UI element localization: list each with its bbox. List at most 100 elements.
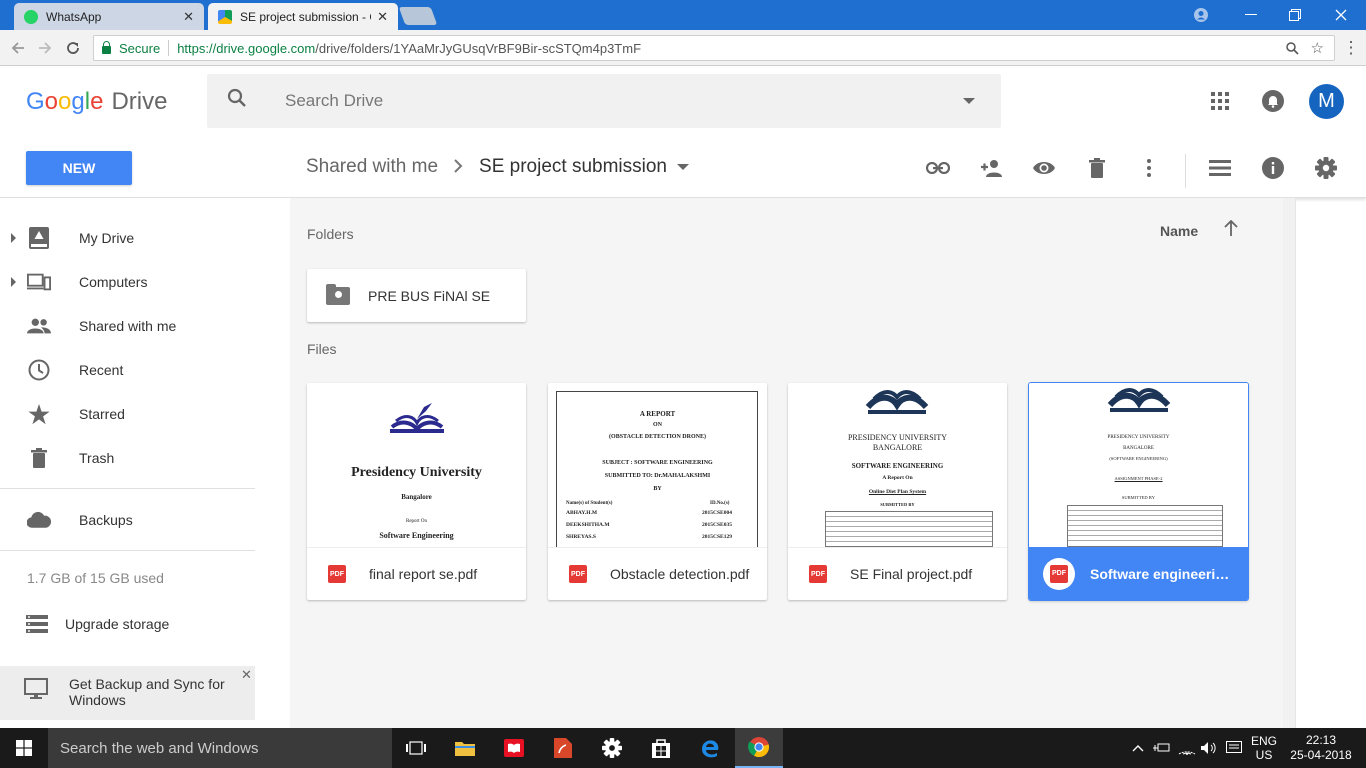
google-drive-logo[interactable]: Google Drive	[26, 88, 167, 116]
sidebar-item-label: Backups	[79, 512, 133, 528]
secure-indicator[interactable]: Secure	[102, 40, 160, 56]
profile-icon[interactable]	[1178, 0, 1224, 30]
breadcrumb-current[interactable]: SE project submission	[479, 156, 667, 178]
backup-sync-promo[interactable]: Get Backup and Sync for Windows ✕	[0, 666, 255, 720]
tab-whatsapp[interactable]: WhatsApp ✕	[14, 3, 204, 30]
pdf-icon: PDF	[1050, 564, 1068, 583]
volume-icon[interactable]	[1198, 728, 1220, 768]
thumb-line: BANGALORE	[872, 443, 923, 452]
sidebar-item-shared[interactable]: Shared with me	[0, 306, 270, 346]
new-button[interactable]: NEW	[26, 151, 132, 185]
search-box[interactable]: Search Drive	[207, 74, 1001, 128]
backup-promo-text: Get Backup and Sync for Windows	[69, 676, 225, 708]
forward-icon[interactable]	[34, 37, 56, 59]
clock[interactable]: 22:13 25-04-2018	[1286, 728, 1356, 768]
sort-by-name[interactable]: Name	[1160, 223, 1198, 239]
logo-letter: o	[58, 88, 72, 115]
sidebar-item-starred[interactable]: Starred	[0, 394, 270, 434]
sidebar-item-trash[interactable]: Trash	[0, 438, 270, 478]
file-thumbnail: PRESIDENCY UNIVERSITY BANGALORE (SOFTWAR…	[1029, 383, 1248, 547]
search-options-icon[interactable]	[963, 98, 975, 104]
info-icon[interactable]	[1259, 154, 1287, 182]
sort-ascending-icon[interactable]	[1224, 219, 1238, 241]
logo-letter: o	[44, 88, 59, 115]
preview-eye-icon[interactable]	[1030, 154, 1058, 182]
chrome-icon[interactable]	[735, 728, 783, 768]
thumb-line: PRESIDENCY UNIVERSITY	[847, 433, 948, 442]
sidebar-item-label: Recent	[79, 362, 124, 378]
thumb-title: Presidency University	[351, 465, 482, 480]
tab-close-icon[interactable]: ✕	[377, 9, 388, 25]
shared-icon	[27, 314, 51, 338]
battery-icon[interactable]	[1151, 728, 1173, 768]
sidebar-item-computers[interactable]: Computers	[0, 262, 270, 302]
address-bar[interactable]: Secure https://drive.google.com /drive/f…	[93, 35, 1335, 61]
sidebar-item-backups[interactable]: Backups	[0, 500, 270, 540]
search-input[interactable]: Search Drive	[285, 91, 963, 111]
expand-arrow-icon[interactable]	[11, 277, 16, 287]
file-card[interactable]: PRESIDENCY UNIVERSITY BANGALORE SOFTWARE…	[788, 383, 1007, 600]
reload-icon[interactable]	[62, 37, 84, 59]
file-card[interactable]: A REPORT ON (OBSTACLE DETECTION DRONE) S…	[548, 383, 767, 600]
store-icon[interactable]	[637, 728, 685, 768]
thumb-city: Bangalore	[401, 493, 432, 501]
file-card-selected[interactable]: PRESIDENCY UNIVERSITY BANGALORE (SOFTWAR…	[1029, 383, 1248, 600]
settings-gear-icon[interactable]	[588, 728, 636, 768]
files-heading: Files	[307, 341, 337, 357]
thumb-line: Online Diet Plan System	[868, 489, 927, 495]
show-hidden-icons[interactable]	[1128, 728, 1148, 768]
bookmark-star-icon[interactable]: ☆	[1311, 39, 1324, 57]
desktop-icon	[24, 678, 48, 703]
more-vert-icon[interactable]	[1135, 154, 1163, 182]
avatar[interactable]: M	[1309, 84, 1344, 119]
link-icon[interactable]	[924, 154, 952, 182]
folder-label: PRE BUS FiNAl SE	[368, 287, 491, 304]
shared-folder-icon	[326, 283, 350, 305]
university-emblem	[1107, 388, 1171, 412]
list-view-icon[interactable]	[1206, 154, 1234, 182]
task-view-icon[interactable]	[392, 728, 440, 768]
thumb-line: (SOFTWARE ENGINEERING)	[1109, 456, 1168, 461]
close-window-icon[interactable]	[1318, 0, 1364, 30]
close-icon[interactable]: ✕	[241, 667, 252, 683]
browser-toolbar: Secure https://drive.google.com /drive/f…	[0, 30, 1366, 66]
wifi-icon[interactable]	[1176, 728, 1198, 768]
search-icon[interactable]	[227, 88, 251, 114]
chrome-menu-icon[interactable]: ⋮	[1340, 37, 1362, 59]
expand-arrow-icon[interactable]	[11, 233, 16, 243]
apps-grid-icon[interactable]	[1210, 91, 1230, 111]
add-person-icon[interactable]	[977, 154, 1005, 182]
folder-item[interactable]: PRE BUS FiNAl SE	[307, 269, 526, 322]
settings-gear-icon[interactable]	[1312, 154, 1340, 182]
zoom-icon[interactable]	[1285, 41, 1299, 55]
restore-icon[interactable]	[1272, 0, 1318, 30]
breadcrumb-parent[interactable]: Shared with me	[306, 156, 438, 178]
chevron-down-icon[interactable]	[676, 164, 689, 170]
notification-center-icon[interactable]	[1222, 728, 1246, 768]
edge-browser-icon[interactable]	[686, 728, 734, 768]
notifications-icon[interactable]	[1262, 90, 1284, 112]
clock-date: 25-04-2018	[1290, 748, 1352, 762]
scrollbar[interactable]	[1283, 198, 1296, 728]
file-explorer-icon[interactable]	[441, 728, 489, 768]
reader-app-icon[interactable]	[490, 728, 538, 768]
pdf-reader-icon[interactable]	[539, 728, 587, 768]
tab-drive[interactable]: SE project submission - G ✕	[208, 3, 398, 30]
upgrade-storage-link[interactable]: Upgrade storage	[26, 615, 169, 633]
main-content: Folders Name PRE BUS FiNAl SE Files Pres…	[290, 198, 1283, 728]
back-icon[interactable]	[7, 37, 29, 59]
keyboard-layout: US	[1255, 748, 1273, 762]
file-card[interactable]: Presidency University Bangalore Report O…	[307, 383, 526, 600]
new-tab-button[interactable]	[398, 7, 438, 25]
whatsapp-icon	[24, 9, 38, 24]
language-indicator[interactable]: ENG US	[1248, 728, 1280, 768]
trash-icon[interactable]	[1083, 154, 1111, 182]
star-icon	[27, 402, 51, 426]
tab-close-icon[interactable]: ✕	[183, 9, 194, 25]
sidebar-item-recent[interactable]: Recent	[0, 350, 270, 390]
windows-start-icon[interactable]	[0, 728, 48, 768]
sidebar-item-my-drive[interactable]: My Drive	[0, 218, 270, 258]
taskbar-search-input[interactable]: Search the web and Windows	[48, 728, 392, 768]
minimize-icon[interactable]	[1228, 0, 1274, 30]
storage-icon	[26, 615, 48, 633]
